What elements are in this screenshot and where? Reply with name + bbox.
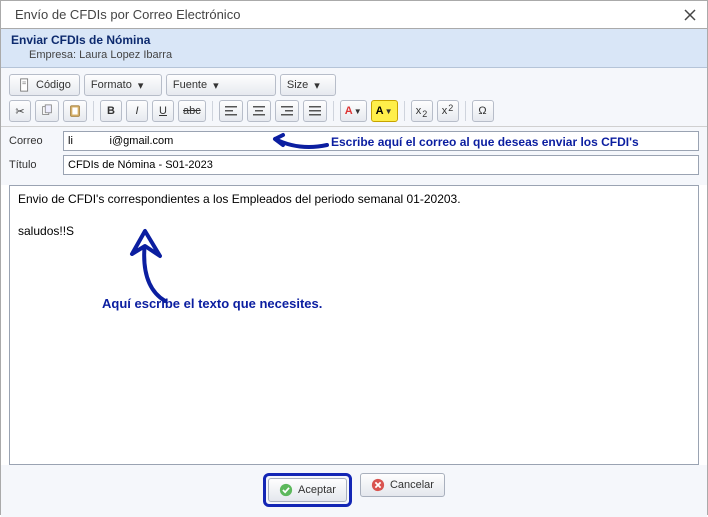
titulo-label: Título (9, 159, 63, 171)
subheader-heading: Enviar CFDIs de Nómina (11, 33, 697, 47)
chevron-down-icon: ▾ (138, 79, 144, 92)
copy-icon (40, 104, 54, 118)
correo-input[interactable] (63, 131, 699, 151)
align-left-icon (224, 104, 238, 118)
editor-line: saludos!!S (18, 224, 690, 238)
highlight-color-button[interactable]: A▼ (371, 100, 398, 122)
underline-button[interactable]: U (152, 100, 174, 122)
align-right-button[interactable] (275, 100, 299, 122)
font-color-button[interactable]: A▼ (340, 100, 367, 122)
document-icon (18, 78, 32, 92)
fields-area: Correo Escribe aquí el correo al que des… (1, 127, 707, 185)
annotation-arrow-icon (120, 226, 190, 309)
align-center-button[interactable] (247, 100, 271, 122)
titlebar: Envío de CFDIs por Correo Electrónico (1, 1, 707, 29)
align-justify-icon (308, 104, 322, 118)
cancel-button[interactable]: Cancelar (360, 473, 445, 497)
accept-highlight: Aceptar (263, 473, 352, 507)
titulo-input[interactable] (63, 155, 699, 175)
align-justify-button[interactable] (303, 100, 327, 122)
align-left-button[interactable] (219, 100, 243, 122)
dialog-footer: Aceptar Cancelar (1, 465, 707, 517)
source-button[interactable]: Código (9, 74, 80, 96)
font-select[interactable]: Fuente ▾ (166, 74, 276, 96)
chevron-down-icon: ▾ (213, 79, 219, 92)
window-close-button[interactable] (681, 6, 699, 24)
bold-button[interactable]: B (100, 100, 122, 122)
copy-button[interactable] (35, 100, 59, 122)
correo-label: Correo (9, 135, 63, 147)
annotation-body: Aquí escribe el texto que necesites. (102, 296, 322, 311)
omega-icon: Ω (478, 105, 486, 117)
align-center-icon (252, 104, 266, 118)
message-body-editor[interactable]: Envio de CFDI's correspondientes a los E… (9, 185, 699, 465)
editor-toolbar: Código Formato ▾ Fuente ▾ Size ▾ ✂ B I U… (1, 68, 707, 127)
special-char-button[interactable]: Ω (472, 100, 494, 122)
scissors-icon: ✂ (15, 105, 24, 118)
cancel-circle-icon (371, 478, 385, 492)
accept-button[interactable]: Aceptar (268, 478, 347, 502)
italic-button[interactable]: I (126, 100, 148, 122)
subscript-button[interactable]: x2 (411, 100, 433, 122)
window-title: Envío de CFDIs por Correo Electrónico (15, 7, 681, 22)
chevron-down-icon: ▾ (314, 79, 320, 92)
strike-button[interactable]: abc (178, 100, 206, 122)
editor-line: Envio de CFDI's correspondientes a los E… (18, 192, 690, 206)
subheader-company: Empresa: Laura Lopez Ibarra (29, 49, 697, 61)
size-select[interactable]: Size ▾ (280, 74, 336, 96)
check-circle-icon (279, 483, 293, 497)
format-select[interactable]: Formato ▾ (84, 74, 162, 96)
font-color-icon: A (345, 105, 353, 117)
paste-button[interactable] (63, 100, 87, 122)
align-right-icon (280, 104, 294, 118)
superscript-button[interactable]: x2 (437, 100, 459, 122)
cut-button[interactable]: ✂ (9, 100, 31, 122)
clipboard-icon (68, 104, 82, 118)
subheader: Enviar CFDIs de Nómina Empresa: Laura Lo… (1, 29, 707, 68)
highlight-icon: A (376, 105, 384, 117)
